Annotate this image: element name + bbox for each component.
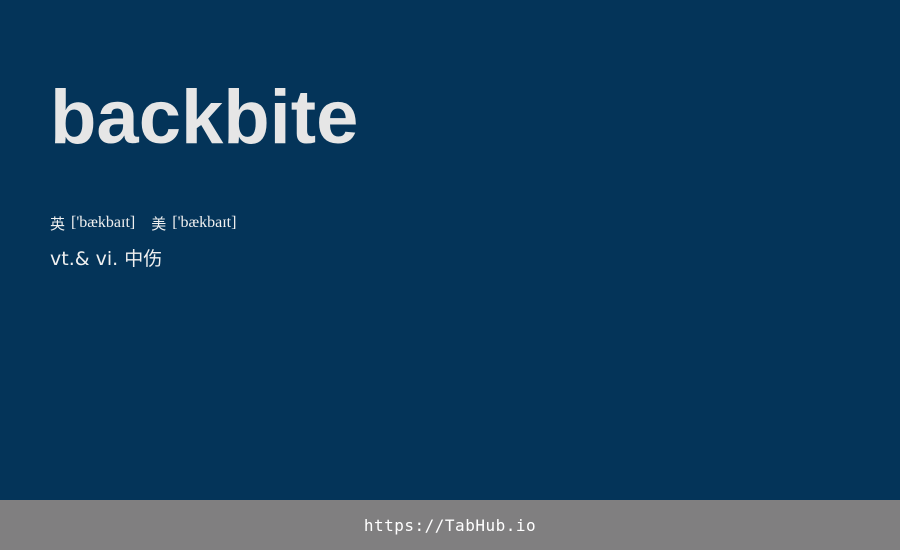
definition: vt.& vi. 中伤 <box>50 248 163 270</box>
us-pronunciation: 美 ['bækbaɪt] <box>151 213 236 234</box>
uk-label: 英 <box>50 214 66 233</box>
uk-pronunciation: 英 ['bækbaɪt] <box>50 213 135 234</box>
headword: backbite <box>50 75 359 160</box>
word-card: backbite 英 ['bækbaɪt] 美 ['bækbaɪt] vt.& … <box>0 0 900 500</box>
uk-ipa: ['bækbaɪt] <box>71 214 136 231</box>
tabhub-link[interactable]: https://TabHub.io <box>364 516 536 535</box>
us-ipa: ['bækbaɪt] <box>172 214 237 231</box>
pronunciation-row: 英 ['bækbaɪt] 美 ['bækbaɪt] <box>50 212 236 234</box>
us-label: 美 <box>151 214 167 233</box>
footer-bar: https://TabHub.io <box>0 500 900 550</box>
